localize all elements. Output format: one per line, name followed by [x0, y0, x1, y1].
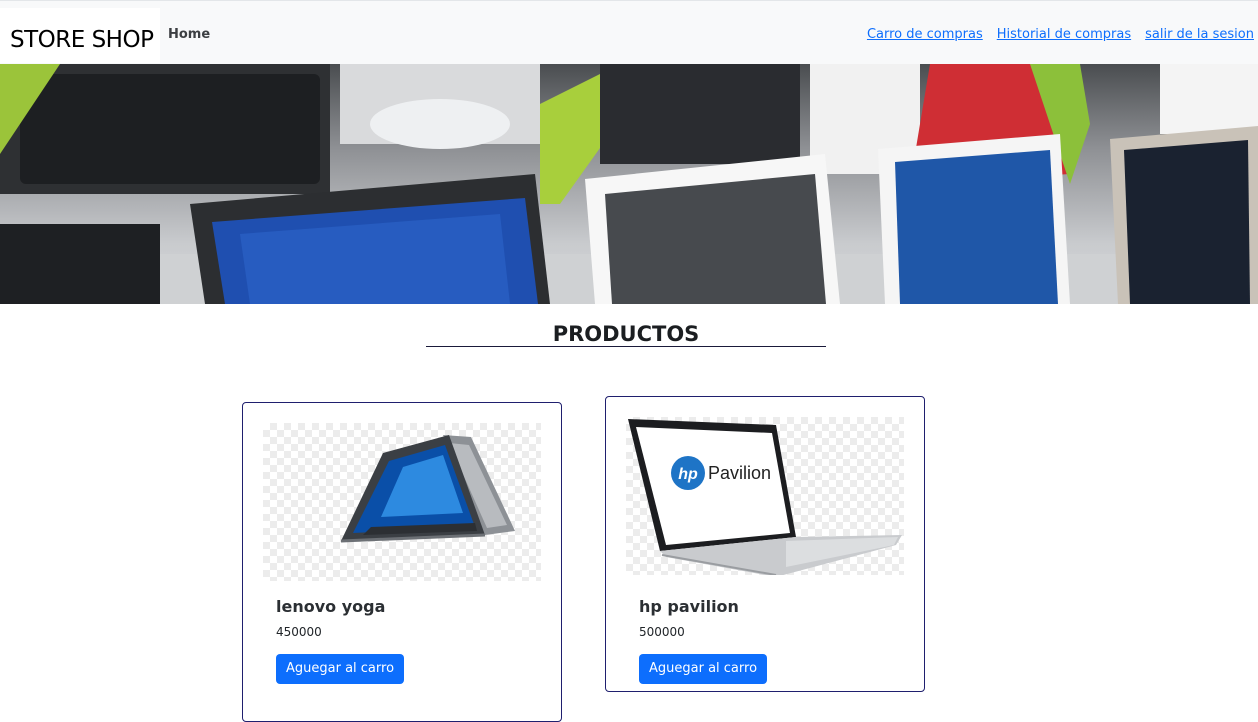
product-card: lenovo yoga 450000 Aguegar al carro — [242, 402, 562, 722]
product-price: 500000 — [639, 625, 685, 639]
nav-link-purchase-history[interactable]: Historial de compras — [997, 27, 1131, 42]
brand-logo-box[interactable]: STORE SHOP — [0, 8, 160, 63]
nav-link-cart[interactable]: Carro de compras — [867, 27, 983, 42]
product-price: 450000 — [276, 625, 322, 639]
hp-logo-mark: hp — [678, 466, 698, 483]
laptop-tent-illustration — [340, 435, 515, 543]
add-to-cart-button[interactable]: Aguegar al carro — [276, 654, 405, 684]
add-to-cart-button[interactable]: Aguegar al carro — [639, 654, 768, 684]
nav-links: Carro de compras Historial de compras sa… — [867, 27, 1254, 42]
hero-laptops-illustration — [0, 64, 1258, 304]
nav-home-link[interactable]: Home — [168, 27, 210, 42]
hero-banner-image — [0, 64, 1258, 304]
product-card: hp Pavilion hp pavilion 500000 Aguegar a… — [605, 396, 925, 692]
nav-link-logout[interactable]: salir de la sesion — [1145, 27, 1254, 42]
laptop-pavilion-illustration: hp Pavilion — [628, 419, 902, 575]
navbar: STORE SHOP Home Carro de compras Histori… — [0, 0, 1258, 64]
product-name: hp pavilion — [639, 597, 739, 616]
heading-underline — [426, 346, 826, 347]
products-heading: PRODUCTOS — [552, 322, 700, 346]
product-name: lenovo yoga — [276, 597, 386, 616]
pavilion-logo-text: Pavilion — [708, 463, 771, 483]
brand-name[interactable]: STORE SHOP — [10, 27, 154, 53]
product-image-hp-pavilion[interactable]: hp Pavilion — [626, 417, 904, 575]
product-image-lenovo-yoga[interactable] — [263, 423, 541, 581]
